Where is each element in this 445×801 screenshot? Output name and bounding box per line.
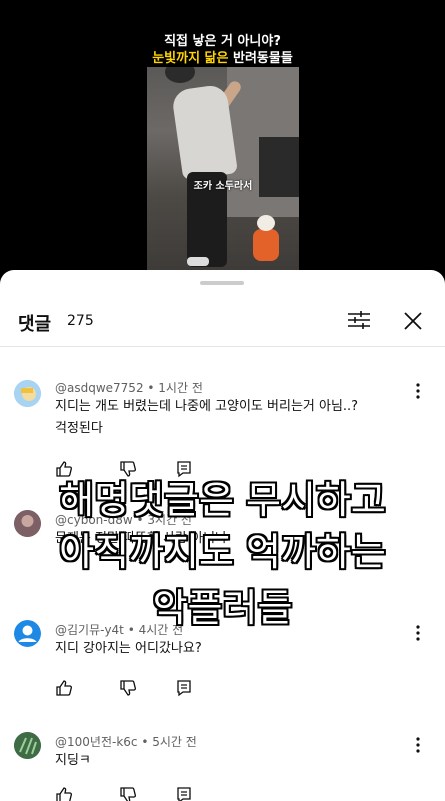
comment-actions <box>55 786 215 801</box>
overlay-caption-line1: 해명댓글은 무시하고 <box>59 478 386 522</box>
sliders-icon[interactable] <box>346 308 372 332</box>
comment-text: 지디 강아지는 어디갔나요? <box>55 638 395 660</box>
comment-time: 1시간 전 <box>158 381 203 395</box>
video-title-rest: 반려동물들 <box>228 51 293 66</box>
thumbs-up-icon[interactable] <box>55 679 73 697</box>
comment-text-line: 지디 강아지는 어디갔나요? <box>55 641 202 656</box>
header-divider <box>0 346 445 347</box>
comment-text: 지디는 개도 버렸는데 나중에 고양이도 버리는거 아님..? 걱정된다 <box>55 396 395 440</box>
comment-time: 5시간 전 <box>152 735 197 749</box>
overlay-caption-line3: 악플러들 <box>152 586 293 630</box>
comment-text-line: 지딩ㅋ <box>55 753 91 768</box>
overlay-caption-line2: 아직까지도 억까하는 <box>59 530 386 574</box>
video-dog <box>251 215 281 263</box>
comment-meta: @100년전-k6c • 5시간 전 <box>55 735 197 749</box>
reply-icon[interactable] <box>175 679 193 697</box>
dog-head <box>257 215 275 231</box>
reply-icon[interactable] <box>175 786 193 801</box>
more-vert-icon[interactable] <box>410 736 426 754</box>
thumbs-down-icon[interactable] <box>119 786 137 801</box>
video-person-head <box>165 67 195 83</box>
comment-text-line: 지디는 개도 버렸는데 나중에 고양이도 버리는거 아님..? <box>55 399 359 414</box>
comments-title: 댓글 <box>18 314 52 335</box>
video-title-line2: 눈빛까지 닮은 반려동물들 <box>0 47 445 66</box>
comments-count: 275 <box>67 313 94 329</box>
comment-item: @asdqwe7752 • 1시간 전 지디는 개도 버렸는데 나중에 고양이도… <box>0 374 445 478</box>
comment-author[interactable]: @100년전-k6c <box>55 735 138 749</box>
video-player[interactable]: 직접 낳은 거 아니야? 눈빛까지 닮은 반려동물들 조카 소두라서 <box>0 0 445 280</box>
comments-header: 댓글 275 <box>0 300 445 346</box>
sheet-drag-handle[interactable] <box>200 281 244 285</box>
video-title-highlight: 눈빛까지 닮은 <box>152 51 229 66</box>
comment-actions <box>55 679 215 699</box>
thumbs-up-icon[interactable] <box>55 786 73 801</box>
avatar[interactable] <box>14 380 41 407</box>
dog-body <box>253 229 279 261</box>
comment-text-line: 걱정된다 <box>55 421 103 436</box>
video-caption: 조카 소두라서 <box>193 181 253 192</box>
video-person-shoe <box>187 257 209 266</box>
comment-item: @100년전-k6c • 5시간 전 지딩ㅋ <box>0 728 445 801</box>
comment-author[interactable]: @asdqwe7752 <box>55 381 144 395</box>
thumbs-down-icon[interactable] <box>119 679 137 697</box>
comment-meta: @asdqwe7752 • 1시간 전 <box>55 381 203 395</box>
comment-text: 지딩ㅋ <box>55 750 395 772</box>
more-vert-icon[interactable] <box>410 382 426 400</box>
avatar[interactable] <box>14 732 41 759</box>
video-frame: 조카 소두라서 <box>147 67 299 280</box>
close-icon[interactable] <box>400 308 426 334</box>
